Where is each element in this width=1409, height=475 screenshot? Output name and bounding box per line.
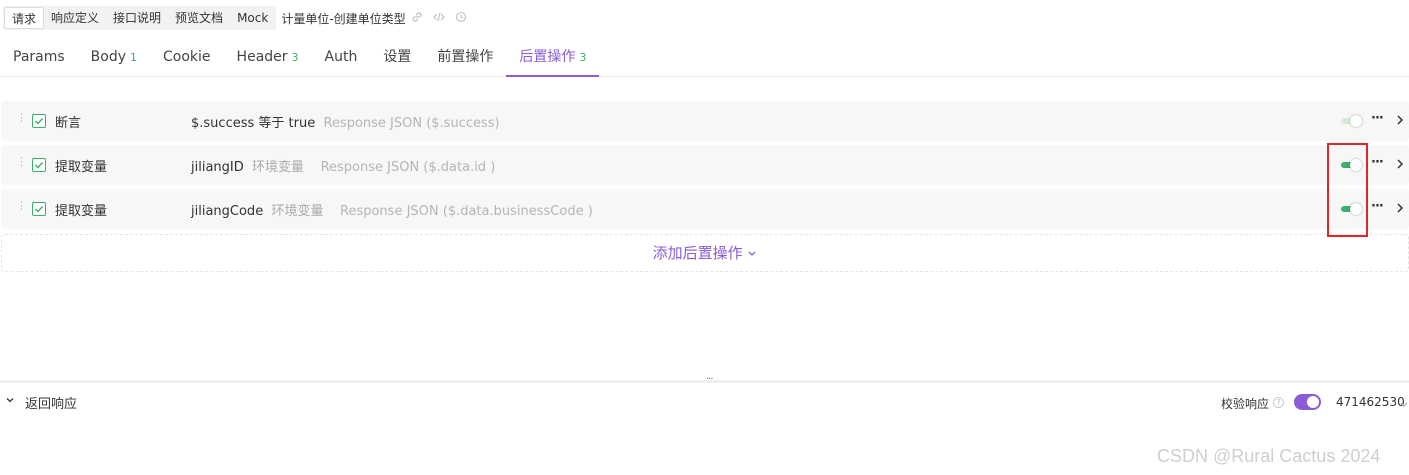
- tab-body[interactable]: Body 1: [78, 38, 150, 77]
- tab-label: Params: [13, 49, 65, 65]
- chevron-right-icon[interactable]: [1395, 201, 1405, 215]
- enable-checkbox[interactable]: [32, 158, 46, 172]
- chevron-down-icon[interactable]: [4, 394, 16, 406]
- tab-count-badge: 3: [291, 51, 299, 64]
- operation-type: 提取变量: [55, 159, 108, 175]
- toggle-knob: [1350, 115, 1362, 127]
- tab-pre-operations[interactable]: 前置操作: [424, 38, 506, 77]
- variable-name: jiliangCode: [191, 203, 264, 219]
- panel-divider[interactable]: [0, 380, 1409, 383]
- tab-auth[interactable]: Auth: [312, 38, 371, 77]
- post-operation-row[interactable]: ⋮⋮ 提取变量 jiliangCode 环境变量 Response JSON (…: [1, 189, 1409, 229]
- help-icon[interactable]: ?: [1273, 397, 1284, 408]
- annotation-highlight-box: [1327, 143, 1368, 237]
- request-section-tabs: Params Body 1 Cookie Header 3 Auth 设置 前置操作…: [0, 38, 1409, 77]
- more-options-icon[interactable]: ···: [1371, 111, 1384, 126]
- tab-post-operations[interactable]: 后置操作 3: [506, 38, 600, 77]
- variable-name: jiliangID: [191, 159, 244, 175]
- api-title: 计量单位-创建单位类型: [281, 11, 406, 26]
- code-icon[interactable]: [428, 11, 450, 26]
- post-operation-row[interactable]: ⋮⋮ 提取变量 jiliangID 环境变量 Response JSON ($.…: [1, 145, 1409, 185]
- request-tab-group: 请求 响应定义 接口说明 预览文档 Mock: [3, 6, 277, 30]
- history-icon[interactable]: [450, 11, 472, 26]
- tab-response-definition[interactable]: 响应定义: [44, 7, 106, 29]
- post-operation-row[interactable]: ⋮⋮ 断言 $.success 等于 true Response JSON ($…: [1, 101, 1409, 141]
- operation-source: Response JSON ($.success): [323, 115, 500, 131]
- enable-checkbox[interactable]: [32, 202, 46, 216]
- operation-summary: jiliangCode 环境变量 Response JSON ($.data.b…: [191, 200, 593, 219]
- tab-header[interactable]: Header 3: [224, 38, 312, 77]
- tab-label: 后置操作: [519, 49, 576, 65]
- add-post-operation-button[interactable]: 添加后置操作: [1, 234, 1409, 272]
- tab-label: 前置操作: [437, 49, 494, 65]
- tab-label: Header: [236, 49, 288, 65]
- chevron-right-icon[interactable]: [1395, 113, 1405, 127]
- chevron-right-icon[interactable]: [1395, 157, 1405, 171]
- request-top-bar: 请求 响应定义 接口说明 预览文档 Mock 计量单位-创建单位类型: [3, 6, 472, 30]
- tab-label: Cookie: [163, 49, 211, 65]
- operation-type: 提取变量: [55, 203, 108, 219]
- tab-label: Body: [90, 49, 127, 65]
- verify-response-switch[interactable]: [1294, 394, 1321, 410]
- tab-count-badge: 1: [130, 51, 138, 64]
- tab-mock[interactable]: Mock: [230, 7, 275, 29]
- operation-source: Response JSON ($.data.businessCode ): [340, 203, 593, 219]
- switch-knob: [1307, 396, 1319, 408]
- tab-params[interactable]: Params: [0, 38, 78, 77]
- more-options-icon[interactable]: ···: [1371, 155, 1384, 170]
- operation-source: Response JSON ($.data.id ): [320, 159, 496, 175]
- tab-count-badge: 3: [579, 51, 587, 64]
- tab-cookie[interactable]: Cookie: [150, 38, 224, 77]
- watermark: CSDN @Rural Cactus 2024: [1157, 446, 1381, 466]
- drag-handle-icon[interactable]: ⋮⋮: [16, 112, 39, 128]
- variable-scope: 环境变量: [271, 203, 324, 219]
- chevron-down-icon: [748, 251, 756, 256]
- tab-request[interactable]: 请求: [4, 7, 45, 29]
- link-icon[interactable]: [406, 11, 428, 26]
- environment-id[interactable]: 471462530: [1336, 395, 1405, 409]
- drag-handle-icon[interactable]: ⋮⋮: [16, 156, 39, 172]
- operation-summary: jiliangID 环境变量 Response JSON ($.data.id …: [191, 156, 495, 175]
- tab-preview-doc[interactable]: 预览文档: [168, 7, 230, 29]
- operation-toggle[interactable]: [1341, 115, 1363, 127]
- tab-label: Auth: [324, 49, 358, 65]
- resize-grip-icon[interactable]: ···: [706, 374, 713, 385]
- verify-response-label: 校验响应: [1221, 397, 1270, 411]
- enable-checkbox[interactable]: [32, 114, 46, 128]
- variable-scope: 环境变量: [252, 159, 305, 175]
- operation-summary: $.success 等于 true Response JSON ($.succe…: [191, 112, 500, 131]
- chevron-down-icon[interactable]: [1399, 398, 1409, 407]
- response-panel-header: 返回响应 校验响应 ? 471462530: [0, 390, 1409, 414]
- tab-api-description[interactable]: 接口说明: [106, 7, 168, 29]
- tab-label: 设置: [383, 49, 412, 65]
- more-options-icon[interactable]: ···: [1371, 199, 1384, 214]
- assertion-expression: $.success 等于 true: [191, 115, 316, 131]
- tab-settings[interactable]: 设置: [370, 38, 424, 77]
- response-panel-title[interactable]: 返回响应: [25, 393, 77, 412]
- add-post-operation-label: 添加后置操作: [652, 244, 743, 262]
- operation-type: 断言: [55, 115, 82, 131]
- drag-handle-icon[interactable]: ⋮⋮: [16, 200, 39, 216]
